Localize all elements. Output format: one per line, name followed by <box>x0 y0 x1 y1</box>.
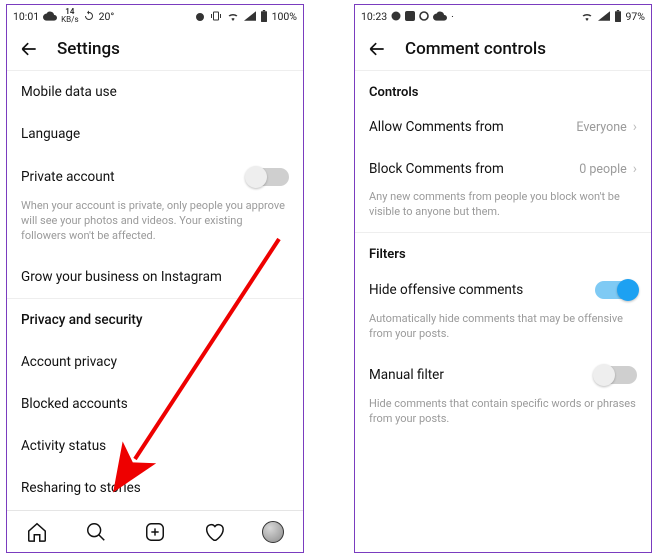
battery-icon <box>260 10 268 22</box>
private-account-desc: When your account is private, only peopl… <box>7 199 303 256</box>
status-time: 10:23 <box>361 10 387 23</box>
alarm-icon <box>194 10 206 22</box>
nav-add-icon[interactable] <box>144 521 166 543</box>
status-bar: 10:23 · 97% <box>355 5 651 27</box>
row-label: Allow Comments from <box>369 119 504 135</box>
row-value: 0 people <box>579 162 627 177</box>
app-icon <box>419 11 429 21</box>
row-label: Hide offensive comments <box>369 282 523 298</box>
row-grow-business[interactable]: Grow your business on Instagram <box>7 256 303 298</box>
row-label: Block Comments from <box>369 161 504 177</box>
chevron-right-icon: › <box>633 119 637 135</box>
row-language[interactable]: Language <box>7 113 303 155</box>
row-label: Mobile data use <box>21 84 117 100</box>
chevron-right-icon: › <box>633 161 637 177</box>
manual-filter-toggle[interactable] <box>595 366 637 384</box>
page-title: Settings <box>57 39 120 59</box>
row-label: Account privacy <box>21 354 117 370</box>
row-label: Activity status <box>21 438 106 454</box>
row-label: Grow your business on Instagram <box>21 269 222 285</box>
row-mobile-data[interactable]: Mobile data use <box>7 71 303 113</box>
nav-home-icon[interactable] <box>26 521 48 543</box>
row-label: Resharing to stories <box>21 480 141 496</box>
app-icon <box>405 11 415 21</box>
battery-icon <box>614 10 622 22</box>
status-battery: 97% <box>626 10 646 23</box>
row-hide-offensive[interactable]: Hide offensive comments <box>355 268 651 312</box>
section-controls: Controls <box>355 71 651 106</box>
block-desc: Any new comments from people you block w… <box>355 190 651 232</box>
manual-filter-desc: Hide comments that contain specific word… <box>355 397 651 439</box>
nav-profile-icon[interactable] <box>262 521 284 543</box>
phone-comment-controls: 10:23 · 97% Comment controls Controls Al… <box>354 4 652 553</box>
status-time: 10:01 <box>13 10 39 23</box>
wifi-icon <box>226 11 240 21</box>
row-privacy-security[interactable]: Privacy and security <box>7 299 303 341</box>
wifi-icon <box>580 11 594 21</box>
row-blocked-accounts[interactable]: Blocked accounts <box>7 383 303 425</box>
hide-offensive-toggle[interactable] <box>595 281 637 299</box>
settings-list[interactable]: Mobile data use Language Private account… <box>7 71 303 510</box>
app-icon <box>391 11 401 21</box>
row-manual-filter[interactable]: Manual filter <box>355 353 651 397</box>
status-battery: 100% <box>272 10 297 23</box>
sync-icon <box>83 10 95 22</box>
row-account-privacy[interactable]: Account privacy <box>7 341 303 383</box>
page-title: Comment controls <box>405 39 546 59</box>
signal-icon <box>598 11 610 21</box>
section-filters: Filters <box>355 233 651 268</box>
back-button[interactable] <box>367 39 387 59</box>
nav-search-icon[interactable] <box>85 521 107 543</box>
cloud-icon <box>433 11 447 21</box>
phone-settings: 10:01 14KB/s 20° <box>6 4 304 553</box>
status-temp: 20° <box>99 10 115 23</box>
row-label: Private account <box>21 169 115 185</box>
row-label: Language <box>21 126 80 142</box>
signal-icon <box>244 11 256 21</box>
cloud-icon <box>43 11 57 21</box>
status-dot: · <box>451 10 454 23</box>
row-label: Manual filter <box>369 367 444 383</box>
private-account-toggle[interactable] <box>247 168 289 186</box>
hide-offensive-desc: Automatically hide comments that may be … <box>355 312 651 354</box>
nav-heart-icon[interactable] <box>203 521 225 543</box>
app-header: Comment controls <box>355 27 651 71</box>
row-block-comments[interactable]: Block Comments from 0 people › <box>355 148 651 190</box>
status-netspeed: 14KB/s <box>61 8 78 24</box>
vibrate-icon <box>210 10 222 22</box>
row-activity-status[interactable]: Activity status <box>7 425 303 467</box>
row-label: Blocked accounts <box>21 396 128 412</box>
row-resharing[interactable]: Resharing to stories <box>7 467 303 509</box>
row-label: Privacy and security <box>21 312 143 328</box>
status-bar: 10:01 14KB/s 20° <box>7 5 303 27</box>
row-value: Everyone <box>576 120 626 135</box>
back-button[interactable] <box>19 39 39 59</box>
bottom-nav <box>7 510 303 552</box>
row-allow-comments[interactable]: Allow Comments from Everyone › <box>355 106 651 148</box>
comment-controls-list[interactable]: Controls Allow Comments from Everyone › B… <box>355 71 651 552</box>
app-header: Settings <box>7 27 303 71</box>
row-private-account[interactable]: Private account <box>7 155 303 199</box>
